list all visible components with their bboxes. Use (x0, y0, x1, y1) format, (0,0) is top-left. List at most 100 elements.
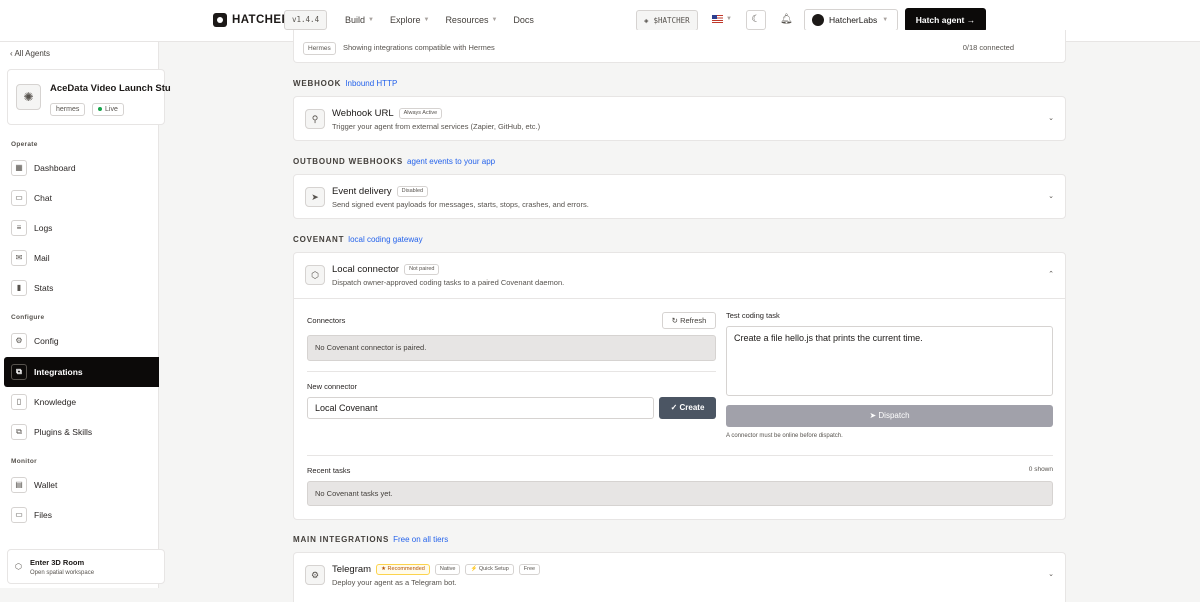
hatch-agent-button[interactable]: Hatch agent → (905, 8, 986, 32)
room-subtitle: Open spatial workspace (30, 570, 95, 576)
divider (307, 371, 716, 372)
webhook-title: Webhook URL Always Active (332, 108, 443, 119)
chevron-down-icon[interactable]: ⌄ (1048, 570, 1054, 578)
framework-filter-tag[interactable]: Hermes (303, 42, 336, 55)
test-task-textarea[interactable]: Create a file hello.js that prints the c… (726, 326, 1053, 396)
section-covenant: COVENANT local coding gateway (293, 235, 423, 244)
mail-icon: ✉ (11, 250, 27, 266)
chevron-down-icon: ▼ (491, 17, 498, 23)
outbound-card[interactable]: ➤ Event delivery Disabled Send signed eve… (293, 174, 1066, 219)
us-flag-icon (712, 15, 723, 23)
section-outbound: OUTBOUND WEBHOOKS agent events to your ap… (293, 157, 496, 166)
logo-text: HATCHER (232, 14, 291, 26)
always-active-badge: Always Active (398, 108, 443, 119)
cube-icon: ⬡ (15, 562, 22, 571)
covenant-desc: Dispatch owner-approved coding tasks to … (332, 278, 565, 287)
send-icon: ➤ (869, 411, 877, 420)
connectors-label: Connectors (307, 316, 346, 325)
bar-chart-icon: ▮ (11, 280, 27, 296)
refresh-icon: ↻ (671, 316, 678, 325)
framework-badge: hermes (50, 103, 86, 116)
webhook-card[interactable]: ⚲ Webhook URL Always Active Trigger your … (293, 96, 1066, 141)
sidebar: ‹ All Agents ✺ AceData Video Launch Stu … (0, 42, 171, 588)
test-task-label: Test coding task (726, 311, 780, 320)
chevron-down-icon: ▼ (423, 17, 430, 23)
compatibility-text: Showing integrations compatible with Her… (343, 43, 495, 52)
chevron-down-icon[interactable]: ⌄ (1048, 192, 1054, 200)
send-icon: ➤ (305, 187, 325, 207)
connected-count: 0/18 connected (962, 43, 1014, 52)
theme-toggle-button[interactable]: ☾ (746, 10, 766, 30)
group-operate: Operate (11, 141, 38, 148)
agent-name: AceData Video Launch Stu (50, 83, 171, 94)
sidebar-item-chat[interactable]: ▭ Chat (4, 183, 159, 213)
sidebar-item-files[interactable]: ▭ Files (4, 500, 159, 530)
chevron-down-icon: ▼ (726, 16, 732, 22)
folder-icon: ▭ (11, 507, 27, 523)
moon-icon: ☾ (751, 14, 761, 25)
telegram-title: Telegram ★ Recommended Native ⚡ Quick Se… (332, 564, 541, 575)
chat-icon: ▭ (11, 190, 27, 206)
native-badge: Native (434, 564, 461, 575)
sidebar-item-dashboard[interactable]: ▦ Dashboard (4, 153, 159, 183)
divider (294, 298, 1065, 299)
logs-icon: ≡ (11, 220, 27, 236)
chevron-up-icon[interactable]: ⌃ (1048, 270, 1054, 278)
recent-tasks-empty: No Covenant tasks yet. (307, 481, 1053, 506)
account-menu[interactable]: HatcherLabs ▼ (804, 9, 898, 31)
status-dot-icon (98, 107, 102, 112)
agent-card[interactable]: ✺ AceData Video Launch Stu hermes Live (7, 69, 171, 125)
outbound-desc: Send signed event payloads for messages,… (332, 200, 589, 209)
new-connector-label: New connector (307, 382, 358, 391)
create-button[interactable]: ✓ Create (659, 397, 716, 419)
sidebar-item-logs[interactable]: ≡ Logs (4, 213, 159, 243)
group-monitor: Monitor (11, 458, 37, 465)
nav-build[interactable]: Build ▼ (345, 15, 374, 25)
sidebar-item-config[interactable]: ⚙ Config (4, 326, 159, 356)
sidebar-item-wallet[interactable]: ▤ Wallet (4, 470, 159, 500)
refresh-button[interactable]: ↻ Refresh (662, 312, 716, 329)
sidebar-item-knowledge[interactable]: ▯ Knowledge (4, 387, 159, 417)
connectors-empty: No Covenant connector is paired. (307, 335, 716, 361)
free-badge: Free (518, 564, 541, 575)
puzzle-icon: ⧉ (11, 424, 27, 440)
enter-3d-room-card[interactable]: ⬡ Enter 3D Room Open spatial workspace (7, 549, 165, 584)
nav-docs[interactable]: Docs (513, 15, 534, 25)
chevron-down-icon: ▼ (882, 17, 889, 23)
gear-icon: ⚙ (11, 333, 27, 349)
dispatch-hint: A connector must be online before dispat… (726, 433, 843, 439)
disabled-badge: Disabled (396, 186, 429, 197)
sidebar-item-stats[interactable]: ▮ Stats (4, 273, 159, 303)
section-webhook: WEBHOOK Inbound HTTP (293, 79, 398, 88)
nav-resources[interactable]: Resources ▼ (445, 15, 497, 25)
room-title: Enter 3D Room (30, 558, 85, 567)
token-icon: ◈ (644, 16, 649, 25)
agent-avatar-icon: ✺ (16, 84, 41, 110)
token-button[interactable]: ◈ $HATCHER (636, 10, 698, 31)
dispatch-button[interactable]: ➤ Dispatch (726, 405, 1053, 427)
sidebar-item-integrations[interactable]: ⧉ Integrations (4, 357, 159, 387)
check-icon: ✓ (670, 403, 678, 412)
telegram-desc: Deploy your agent as a Telegram bot. (332, 578, 457, 587)
quick-setup-badge: ⚡ Quick Setup (465, 564, 514, 575)
outbound-title: Event delivery Disabled (332, 186, 429, 197)
nav-explore[interactable]: Explore ▼ (390, 15, 429, 25)
webhook-icon: ⚲ (305, 109, 325, 129)
sidebar-item-mail[interactable]: ✉ Mail (4, 243, 159, 273)
recent-tasks-label: Recent tasks (307, 466, 351, 475)
bell-icon[interactable]: 🔔︎ (780, 14, 793, 25)
new-connector-input[interactable]: Local Covenant (307, 397, 654, 419)
covenant-title: Local connector Not paired (332, 264, 440, 275)
logo-icon (213, 13, 227, 27)
sidebar-item-plugins[interactable]: ⧉ Plugins & Skills (4, 417, 159, 447)
chevron-down-icon: ▼ (368, 17, 374, 23)
telegram-card[interactable]: ⚙ Telegram ★ Recommended Native ⚡ Quick … (293, 552, 1066, 602)
logo[interactable]: HATCHER (213, 13, 290, 27)
gear-icon: ⚙ (305, 565, 325, 585)
all-agents-link[interactable]: ‹ All Agents (10, 49, 50, 58)
language-selector[interactable]: ▼ (712, 15, 732, 23)
main-nav: Build ▼ Explore ▼ Resources ▼ Docs (345, 15, 550, 25)
recommended-badge: ★ Recommended (376, 564, 430, 575)
status-badge: Live (92, 103, 124, 116)
chevron-down-icon[interactable]: ⌄ (1048, 114, 1054, 122)
